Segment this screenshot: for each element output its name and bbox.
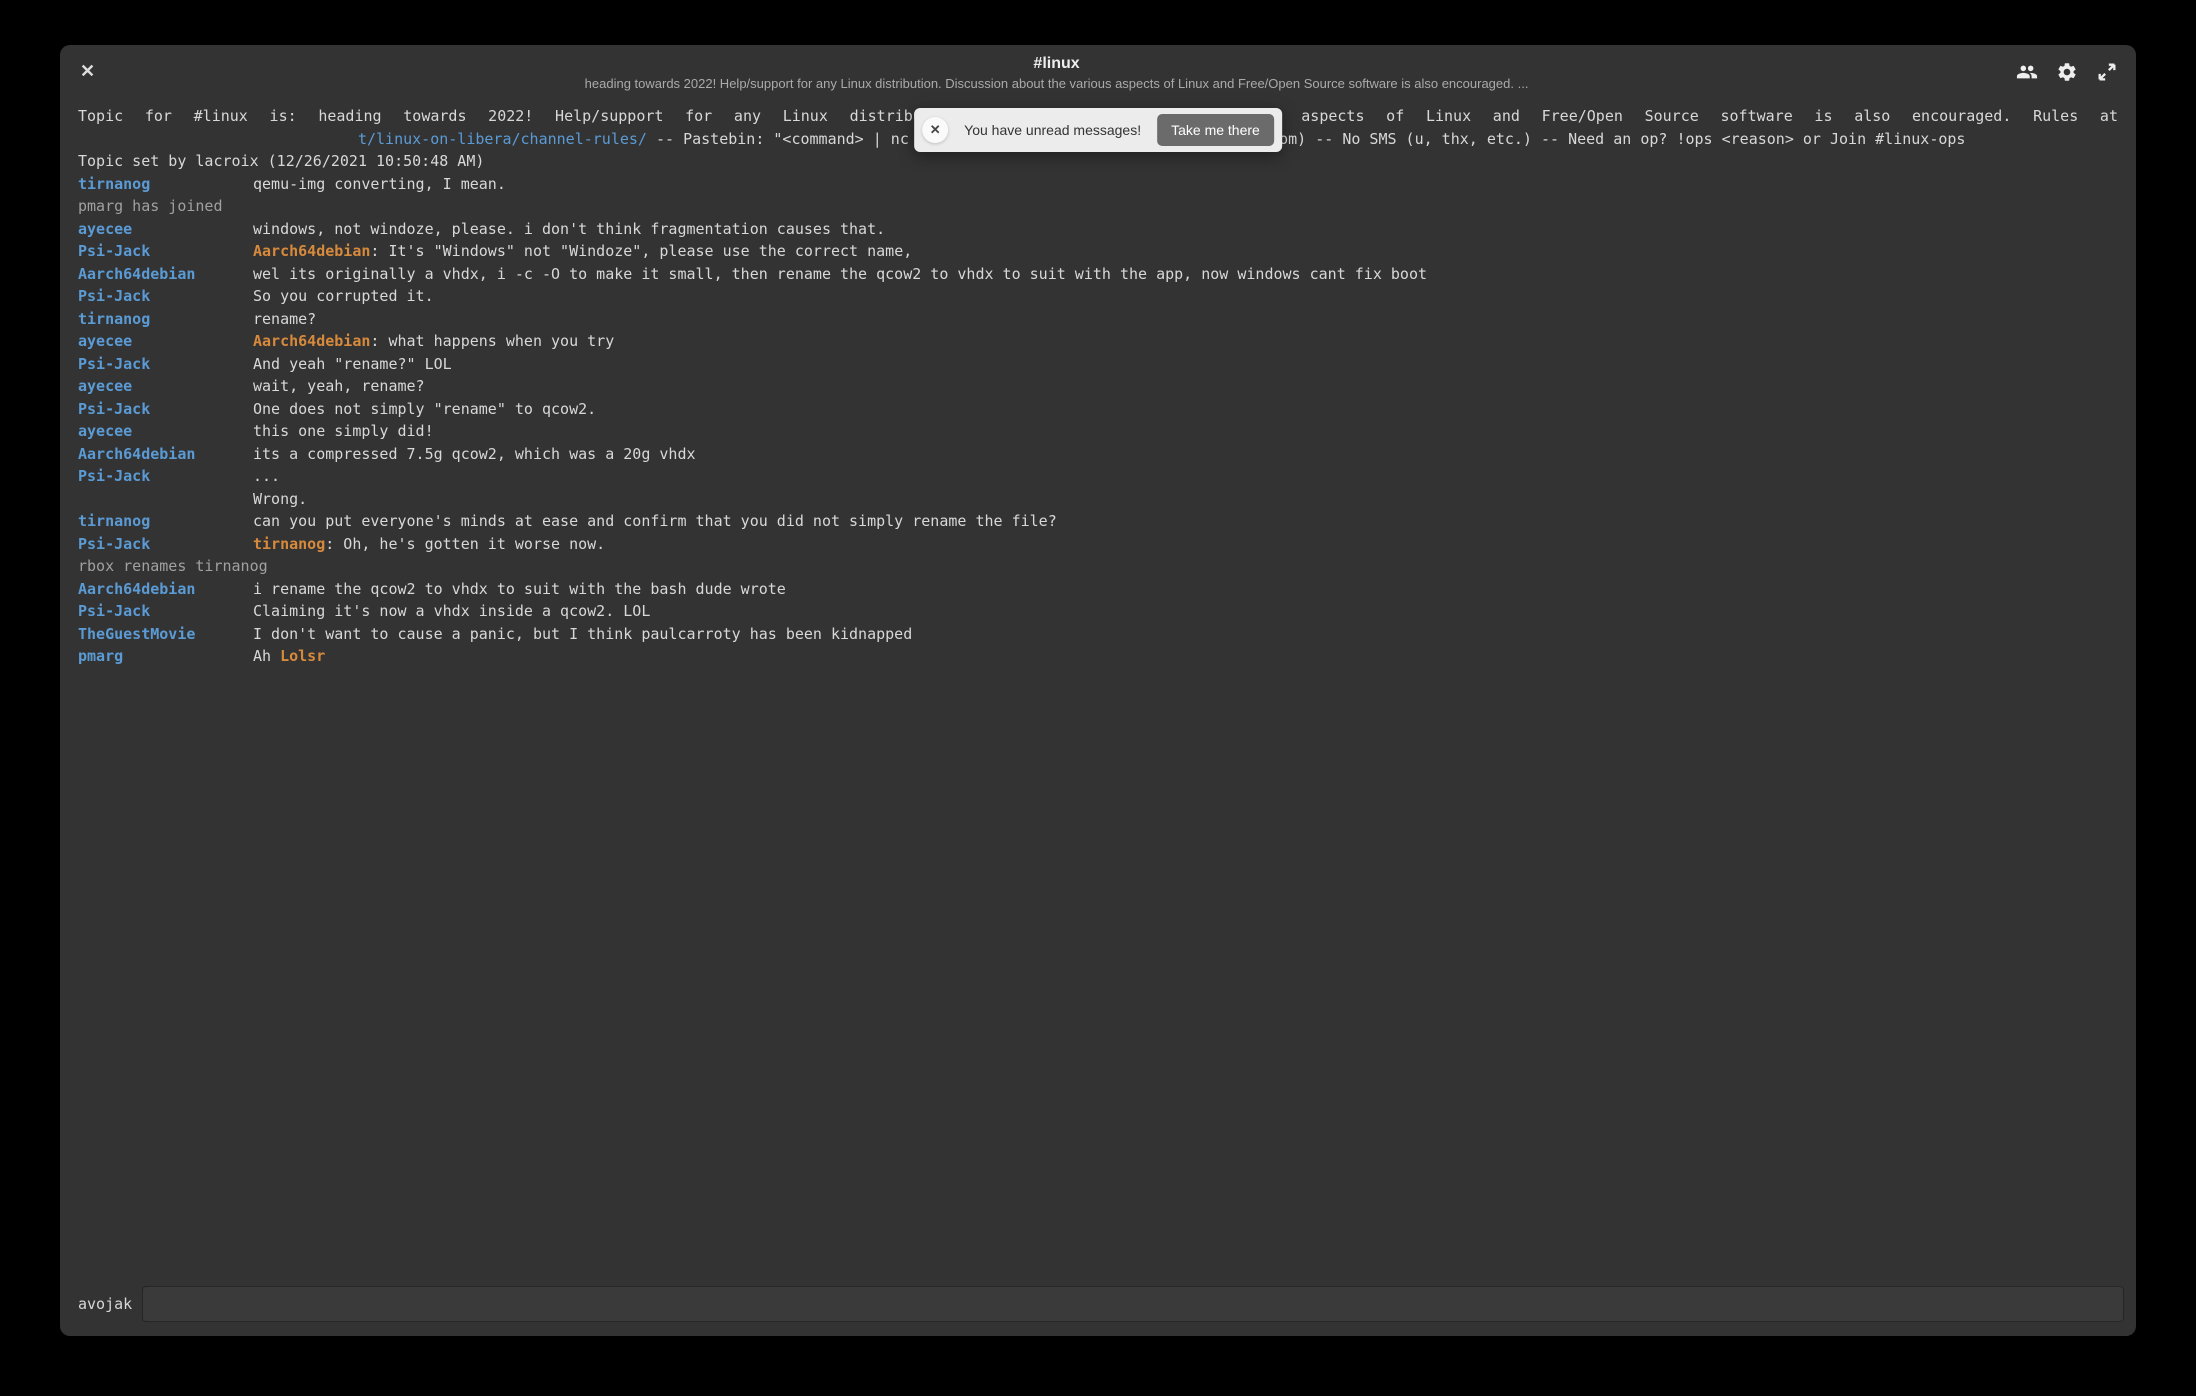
message-row: Aarch64debian wel its originally a vhdx, … — [78, 263, 2118, 286]
message-text: its a compressed 7.5g qcow2, which was a… — [253, 443, 2118, 466]
users-icon[interactable] — [2016, 61, 2038, 83]
input-area: avojak — [60, 1276, 2136, 1336]
message-row: Psi-Jack tirnanog: Oh, he's gotten it wor… — [78, 533, 2118, 556]
nick[interactable]: Psi-Jack — [78, 400, 150, 418]
close-icon[interactable]: ✕ — [78, 55, 97, 88]
message-row: Psi-Jack So you corrupted it. — [78, 285, 2118, 308]
toast-text: You have unread messages! — [960, 122, 1145, 138]
message-text: Aarch64debian: It's "Windows" not "Windo… — [253, 240, 2118, 263]
message-row: Aarch64debian its a compressed 7.5g qcow2… — [78, 443, 2118, 466]
message-row: Aarch64debian i rename the qcow2 to vhdx … — [78, 578, 2118, 601]
message-text: Ah Lolsr — [253, 645, 2118, 668]
nick[interactable]: ayecee — [78, 377, 132, 395]
nick[interactable]: TheGuestMovie — [78, 625, 195, 643]
header: ✕ #linux heading towards 2022! Help/supp… — [60, 45, 2136, 97]
message-text: One does not simply "rename" to qcow2. — [253, 398, 2118, 421]
status-text: rbox renames tirnanog — [78, 555, 2118, 578]
nick[interactable]: tirnanog — [78, 175, 150, 193]
message-text: can you put everyone's minds at ease and… — [253, 510, 2118, 533]
nick[interactable]: Psi-Jack — [78, 287, 150, 305]
message-row: tirnanog qemu-img converting, I mean. — [78, 173, 2118, 196]
topic-set-by: Topic set by lacroix (12/26/2021 10:50:4… — [78, 150, 2118, 173]
message-row: Psi-Jack And yeah "rename?" LOL — [78, 353, 2118, 376]
message-text: rename? — [253, 308, 2118, 331]
nick[interactable]: Aarch64debian — [78, 580, 195, 598]
nick[interactable]: Psi-Jack — [78, 535, 150, 553]
message-row: Psi-Jack Aarch64debian: It's "Windows" no… — [78, 240, 2118, 263]
chat-scrollback[interactable]: Topic for #linux is: heading towards 202… — [60, 97, 2136, 1276]
message-row: TheGuestMovie I don't want to cause a pan… — [78, 623, 2118, 646]
status-text: pmarg has joined — [78, 195, 2118, 218]
topic-prefix: Topic for #linux is: — [78, 107, 318, 125]
status-row: rbox renames tirnanog — [78, 555, 2118, 578]
message-text: this one simply did! — [253, 420, 2118, 443]
message-text: I don't want to cause a panic, but I thi… — [253, 623, 2118, 646]
nick[interactable]: Psi-Jack — [78, 602, 150, 620]
mention[interactable]: Aarch64debian — [253, 242, 370, 260]
message-row: tirnanog can you put everyone's minds at … — [78, 510, 2118, 533]
message-row: ayecee wait, yeah, rename? — [78, 375, 2118, 398]
nick[interactable]: tirnanog — [78, 512, 150, 530]
topic-link[interactable]: t/linux-on-libera/channel-rules/ — [358, 130, 647, 148]
message-text: So you corrupted it. — [253, 285, 2118, 308]
channel-name: #linux — [137, 55, 1976, 73]
message-row: Psi-Jack Claiming it's now a vhdx inside … — [78, 600, 2118, 623]
header-center: #linux heading towards 2022! Help/suppor… — [97, 55, 2016, 91]
channel-topic-short: heading towards 2022! Help/support for a… — [137, 76, 1976, 91]
message-text: windows, not windoze, please. i don't th… — [253, 218, 2118, 241]
topic-part2: -- Pastebin: "<command> | nc termbin.com… — [647, 130, 1966, 148]
nick[interactable]: Psi-Jack — [78, 355, 150, 373]
message-row: ayecee windows, not windoze, please. i do… — [78, 218, 2118, 241]
message-row: ayecee Aarch64debian: what happens when y… — [78, 330, 2118, 353]
mention[interactable]: Aarch64debian — [253, 332, 370, 350]
nick[interactable]: tirnanog — [78, 310, 150, 328]
nick[interactable]: Psi-Jack — [78, 242, 150, 260]
message-text: wait, yeah, rename? — [253, 375, 2118, 398]
toast-action-button[interactable]: Take me there — [1157, 114, 1274, 146]
nick[interactable]: pmarg — [78, 647, 123, 665]
nick[interactable]: ayecee — [78, 220, 132, 238]
message-row: ayecee this one simply did! — [78, 420, 2118, 443]
message-text: wel its originally a vhdx, i -c -O to ma… — [253, 263, 2118, 286]
message-row: tirnanog rename? — [78, 308, 2118, 331]
nick[interactable]: Psi-Jack — [78, 467, 150, 485]
message-text: Aarch64debian: what happens when you try — [253, 330, 2118, 353]
message-input[interactable] — [142, 1286, 2124, 1322]
message-text: tirnanog: Oh, he's gotten it worse now. — [253, 533, 2118, 556]
message-row: Psi-Jack One does not simply "rename" to … — [78, 398, 2118, 421]
message-text: i rename the qcow2 to vhdx to suit with … — [253, 578, 2118, 601]
chat-window: ✕ #linux heading towards 2022! Help/supp… — [60, 45, 2136, 1336]
mention[interactable]: tirnanog — [253, 535, 325, 553]
message-text: qemu-img converting, I mean. — [253, 173, 2118, 196]
nick[interactable]: ayecee — [78, 422, 132, 440]
status-row: pmarg has joined — [78, 195, 2118, 218]
header-icons — [2016, 55, 2118, 83]
unread-toast: ✕ You have unread messages! Take me ther… — [914, 108, 1282, 152]
message-row: Wrong. — [78, 488, 2118, 511]
message-row: Psi-Jack... — [78, 465, 2118, 488]
message-text: Wrong. — [253, 488, 2118, 511]
mention[interactable]: Lolsr — [280, 647, 325, 665]
message-text: Claiming it's now a vhdx inside a qcow2.… — [253, 600, 2118, 623]
nick[interactable]: Aarch64debian — [78, 265, 195, 283]
current-username: avojak — [72, 1295, 132, 1313]
topic-set-row: Topic set by lacroix (12/26/2021 10:50:4… — [78, 150, 2118, 173]
nick[interactable]: ayecee — [78, 332, 132, 350]
gear-icon[interactable] — [2056, 61, 2078, 83]
toast-close-icon[interactable]: ✕ — [922, 117, 948, 143]
expand-icon[interactable] — [2096, 61, 2118, 83]
message-row: pmarg Ah Lolsr — [78, 645, 2118, 668]
message-text: ... — [253, 465, 2118, 488]
nick[interactable]: Aarch64debian — [78, 445, 195, 463]
message-text: And yeah "rename?" LOL — [253, 353, 2118, 376]
